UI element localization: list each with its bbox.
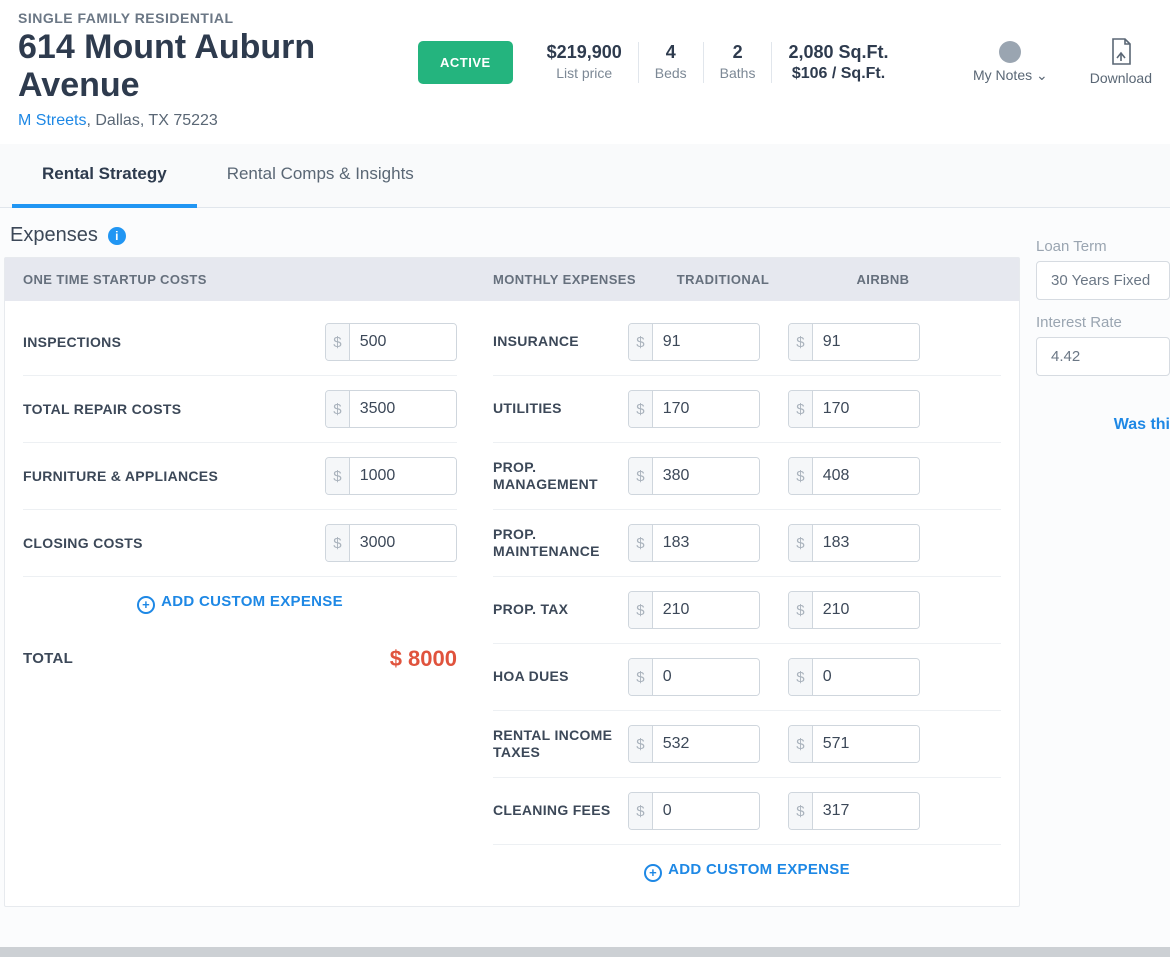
furniture-label: FURNITURE & APPLIANCES (23, 468, 325, 484)
interest-rate-input[interactable]: 4.42 (1036, 337, 1170, 376)
insurance-trad-input[interactable] (653, 324, 759, 360)
notes-dot-icon (999, 41, 1021, 63)
income-tax-airbnb-input[interactable] (813, 726, 919, 762)
beds-value: 4 (655, 42, 687, 63)
tax-airbnb-input[interactable] (813, 592, 919, 628)
my-notes-button[interactable]: My Notes ⌄ (973, 41, 1048, 84)
tab-rental-comps[interactable]: Rental Comps & Insights (197, 144, 444, 207)
property-header: SINGLE FAMILY RESIDENTIAL 614 Mount Aubu… (0, 0, 1170, 144)
sqft-value: 2,080 Sq.Ft. (788, 42, 888, 63)
monthly-header: MONTHLY EXPENSES (493, 272, 643, 287)
expenses-title: Expenses i (4, 224, 1020, 257)
maint-airbnb-input[interactable] (813, 525, 919, 561)
bottom-bar (0, 947, 1170, 957)
tax-trad-input[interactable] (653, 592, 759, 628)
dollar-icon: $ (326, 525, 350, 561)
dollar-icon: $ (629, 793, 653, 829)
dollar-icon: $ (629, 659, 653, 695)
furniture-input[interactable] (350, 458, 456, 494)
pdf-icon (1108, 38, 1134, 66)
neighborhood-link[interactable]: M Streets (18, 112, 86, 129)
tax-label: PROP. TAX (493, 601, 628, 619)
dollar-icon: $ (789, 391, 813, 427)
feedback-link[interactable]: Was thi (1036, 416, 1170, 434)
plus-icon: + (137, 596, 155, 614)
insurance-airbnb-input[interactable] (813, 324, 919, 360)
dollar-icon: $ (789, 458, 813, 494)
list-price-label: List price (547, 65, 622, 81)
repair-input[interactable] (350, 391, 456, 427)
closing-label: CLOSING COSTS (23, 535, 325, 551)
insurance-label: INSURANCE (493, 333, 628, 351)
property-type: SINGLE FAMILY RESIDENTIAL (18, 10, 418, 26)
dollar-icon: $ (789, 793, 813, 829)
beds-label: Beds (655, 65, 687, 81)
download-label: Download (1090, 70, 1152, 86)
dollar-icon: $ (789, 324, 813, 360)
utilities-trad-input[interactable] (653, 391, 759, 427)
hoa-airbnb-input[interactable] (813, 659, 919, 695)
maint-label: PROP. MAINTENANCE (493, 526, 628, 561)
dollar-icon: $ (629, 525, 653, 561)
startup-header: ONE TIME STARTUP COSTS (23, 272, 493, 287)
total-label: TOTAL (23, 650, 390, 667)
dollar-icon: $ (326, 391, 350, 427)
utilities-label: UTILITIES (493, 400, 628, 418)
sidebar: Loan Term 30 Years Fixed Interest Rate 4… (1020, 208, 1170, 907)
total-value: $ 8000 (390, 646, 457, 672)
dollar-icon: $ (326, 458, 350, 494)
status-badge: ACTIVE (418, 41, 513, 84)
tabs: Rental Strategy Rental Comps & Insights (0, 144, 1170, 208)
dollar-icon: $ (629, 391, 653, 427)
mgmt-airbnb-input[interactable] (813, 458, 919, 494)
price-per-sqft: $106 / Sq.Ft. (788, 65, 888, 83)
closing-input[interactable] (350, 525, 456, 561)
tab-rental-strategy[interactable]: Rental Strategy (12, 144, 197, 208)
utilities-airbnb-input[interactable] (813, 391, 919, 427)
baths-label: Baths (720, 65, 756, 81)
dollar-icon: $ (629, 592, 653, 628)
mgmt-trad-input[interactable] (653, 458, 759, 494)
dollar-icon: $ (789, 726, 813, 762)
cleaning-airbnb-input[interactable] (813, 793, 919, 829)
hoa-trad-input[interactable] (653, 659, 759, 695)
chevron-down-icon: ⌄ (1032, 67, 1048, 83)
baths-value: 2 (720, 42, 756, 63)
download-button[interactable]: Download (1090, 38, 1152, 86)
list-price-value: $219,900 (547, 42, 622, 63)
dollar-icon: $ (629, 726, 653, 762)
dollar-icon: $ (629, 458, 653, 494)
airbnb-header: AIRBNB (803, 272, 963, 287)
traditional-header: TRADITIONAL (643, 272, 803, 287)
property-address: 614 Mount Auburn Avenue (18, 28, 418, 104)
plus-icon: + (644, 864, 662, 882)
loan-term-label: Loan Term (1036, 238, 1170, 255)
mgmt-label: PROP. MANAGEMENT (493, 459, 628, 494)
expenses-panel: ONE TIME STARTUP COSTS MONTHLY EXPENSES … (4, 257, 1020, 907)
city-text: , Dallas, TX 75223 (86, 112, 217, 129)
dollar-icon: $ (629, 324, 653, 360)
my-notes-label: My Notes (973, 67, 1032, 83)
cleaning-trad-input[interactable] (653, 793, 759, 829)
dollar-icon: $ (789, 525, 813, 561)
dollar-icon: $ (789, 659, 813, 695)
interest-rate-label: Interest Rate (1036, 314, 1170, 331)
hoa-label: HOA DUES (493, 668, 628, 686)
add-startup-expense-button[interactable]: +ADD CUSTOM EXPENSE (23, 577, 457, 630)
dollar-icon: $ (326, 324, 350, 360)
cleaning-label: CLEANING FEES (493, 802, 628, 820)
income-tax-trad-input[interactable] (653, 726, 759, 762)
inspections-label: INSPECTIONS (23, 334, 325, 350)
inspections-input[interactable] (350, 324, 456, 360)
repair-label: TOTAL REPAIR COSTS (23, 401, 325, 417)
property-location: M Streets, Dallas, TX 75223 (18, 112, 418, 130)
maint-trad-input[interactable] (653, 525, 759, 561)
income-tax-label: RENTAL INCOME TAXES (493, 727, 628, 762)
info-icon[interactable]: i (108, 227, 126, 245)
loan-term-select[interactable]: 30 Years Fixed (1036, 261, 1170, 300)
property-stats: $219,900 List price 4 Beds 2 Baths 2,080 Sq… (531, 42, 905, 83)
dollar-icon: $ (789, 592, 813, 628)
add-monthly-expense-button[interactable]: +ADD CUSTOM EXPENSE (493, 845, 1001, 898)
